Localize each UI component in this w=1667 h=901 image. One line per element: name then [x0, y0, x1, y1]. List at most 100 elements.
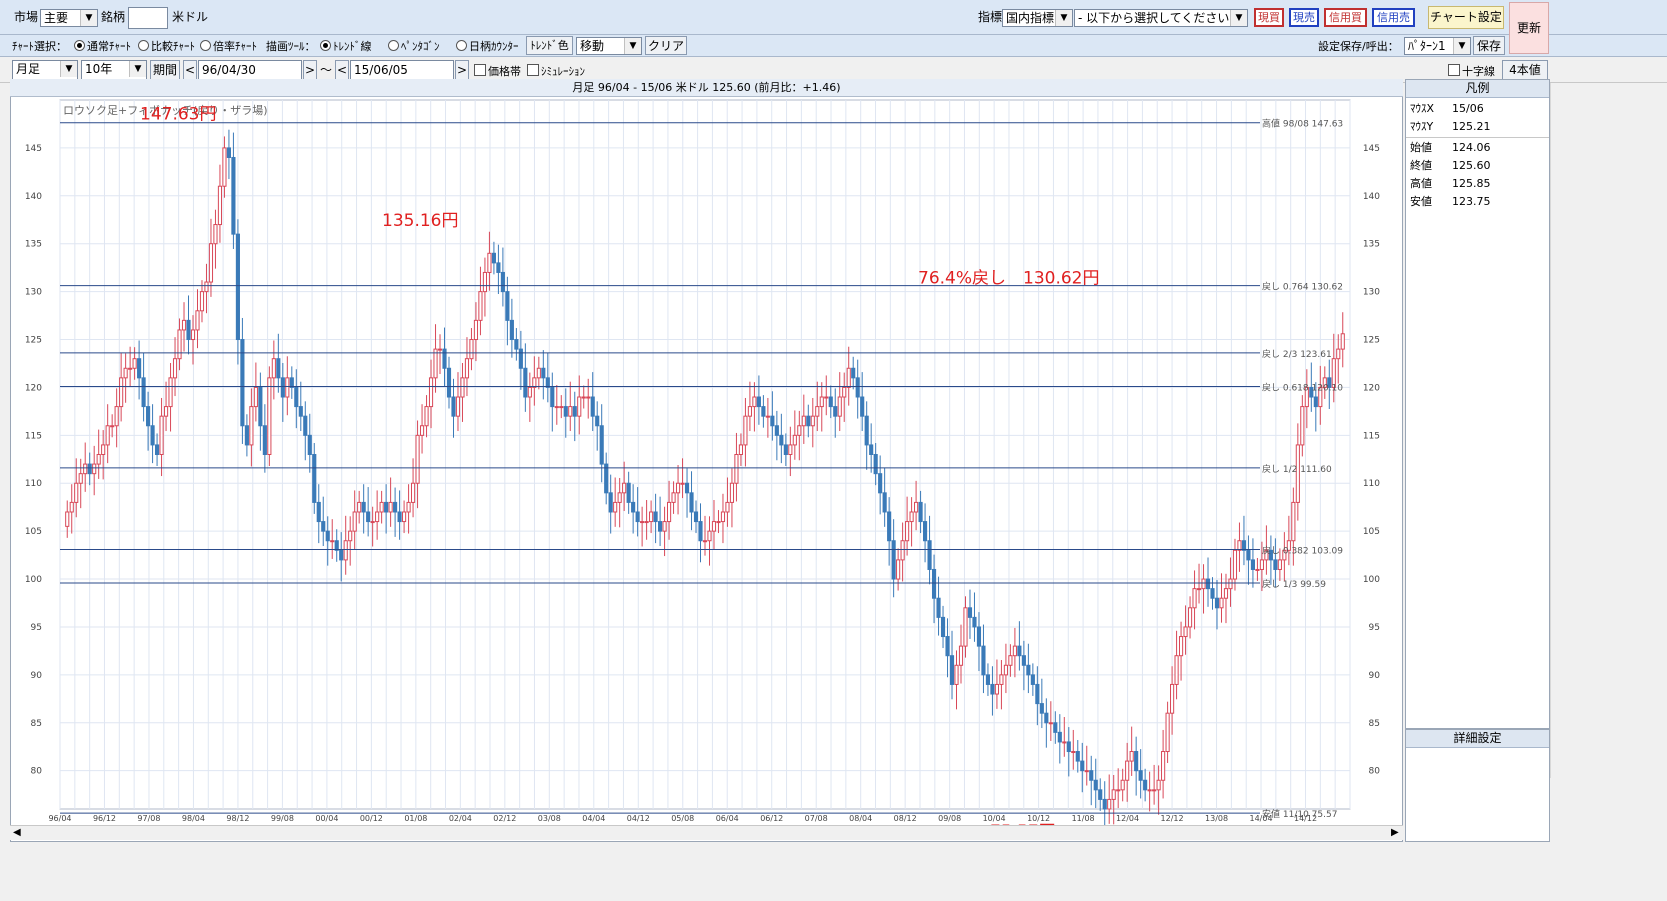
indicator-select-value: - 以下から選択してください - [1078, 11, 1238, 25]
candle-body [720, 511, 726, 523]
trend-color-button[interactable]: ﾄﾚﾝﾄﾞ色 [526, 36, 573, 55]
symbol-input[interactable] [128, 7, 168, 29]
candle-body [819, 396, 824, 408]
fib-line-label: 安値 11/10 75.57 [1262, 808, 1337, 820]
save-button[interactable]: 保存 [1473, 36, 1505, 55]
chart-select-label: ﾁｬｰﾄ選択： [12, 40, 67, 53]
detail-settings-title[interactable]: 詳細設定 [1406, 730, 1549, 748]
radio-ratio-chart[interactable]: 倍率ﾁｬｰﾄ [200, 38, 257, 54]
y-tick-label-left: 145 [25, 144, 42, 154]
margin-buy-button[interactable]: 信用買 [1324, 8, 1367, 27]
chart-settings-button[interactable]: チャート設定 [1428, 6, 1504, 29]
period-type-select[interactable]: 月足 ▼ [12, 60, 78, 80]
candle-body [482, 271, 488, 293]
radio-trendline[interactable]: ﾄﾚﾝﾄﾞ線 [320, 38, 372, 54]
from-prev-button[interactable]: < [183, 60, 197, 80]
candle-body [1026, 664, 1031, 676]
x-tick-label: 96/12 [93, 814, 116, 823]
to-prev-button[interactable]: < [335, 60, 349, 80]
candle-body [905, 521, 910, 542]
crosshair-checkbox[interactable]: 十字線 [1448, 63, 1495, 79]
candle-body [940, 616, 946, 638]
candle-body [792, 434, 797, 446]
candle-body [536, 367, 541, 379]
spot-buy-button[interactable]: 現買 [1254, 8, 1284, 27]
x-tick-label: 06/12 [760, 814, 783, 823]
candle-body [675, 482, 681, 494]
candle-body [689, 492, 694, 513]
spot-sell-button[interactable]: 現売 [1289, 8, 1319, 27]
candle-body [1313, 396, 1318, 408]
market-select-value: 主要 [44, 11, 69, 25]
scroll-left-icon[interactable]: ◀ [13, 827, 21, 838]
candle-body [649, 511, 654, 523]
candle-body [860, 396, 865, 417]
price-band-checkbox[interactable]: 価格帯 [474, 63, 521, 79]
candle-body [1210, 588, 1215, 599]
radio-icon [200, 40, 211, 51]
x-tick-label: 99/08 [271, 814, 294, 823]
chart-annotation: 76.4%戻し 130.62円 [918, 269, 1100, 289]
clear-button[interactable]: クリア [645, 36, 687, 55]
mode-select[interactable]: 移動 ▼ [576, 37, 642, 55]
x-tick-label: 13/08 [1205, 814, 1228, 823]
radio-pentagon[interactable]: ﾍﾟﾝﾀｺﾞﾝ [388, 38, 440, 54]
candle-body [1192, 588, 1197, 609]
candle-body [1232, 549, 1238, 580]
radio-compare-chart[interactable]: 比較ﾁｬｰﾄ [138, 38, 195, 54]
indicator-type-select[interactable]: 国内指標 ▼ [1002, 9, 1073, 27]
legend-key: 高値 [1410, 177, 1432, 190]
update-button[interactable]: 更新 [1509, 2, 1549, 54]
candle-body [572, 406, 577, 417]
indicator-select[interactable]: - 以下から選択してください - ▼ [1074, 9, 1248, 27]
candle-body [1152, 789, 1157, 792]
margin-sell-button[interactable]: 信用売 [1372, 8, 1415, 27]
pattern-select[interactable]: ﾊﾟﾀｰﾝ1 ▼ [1404, 37, 1471, 55]
candle-body [1205, 578, 1211, 590]
four-values-button[interactable]: 4本値 [1502, 60, 1548, 80]
date-from-input[interactable]: 96/04/30 [198, 60, 302, 80]
candle-body [455, 396, 461, 417]
radio-selected-icon [74, 40, 85, 51]
x-tick-label: 12/04 [1116, 814, 1139, 823]
candle-body [1084, 770, 1089, 773]
candle-body [410, 482, 416, 503]
candle-body [671, 492, 676, 503]
legend-value: 15/06 [1452, 102, 1484, 115]
period-range-select[interactable]: 10年 ▼ [81, 60, 147, 80]
period-button[interactable]: 期間 [150, 60, 180, 80]
legend-title: 凡例 [1406, 80, 1549, 98]
x-tick-label: 01/08 [404, 814, 427, 823]
legend-value: 125.85 [1452, 177, 1491, 190]
candle-body [846, 367, 851, 388]
candle-body [307, 434, 312, 455]
simulation-checkbox[interactable]: ｼﾐｭﾚｰｼｮﾝ [527, 63, 585, 79]
vertical-scrollbar[interactable] [1550, 83, 1568, 778]
x-tick-label: 03/08 [538, 814, 561, 823]
legend-key: 安値 [1410, 195, 1432, 208]
candlestick-chart[interactable]: 80 80 85 85 90 90 95 95 100 100 105 105 110 110 115 115… [10, 97, 1403, 825]
candle-body [788, 444, 793, 455]
candle-body [918, 501, 923, 523]
period-type-value: 月足 [16, 62, 41, 76]
chart-annotation: 147.63円 [140, 105, 216, 125]
radio-day-counter[interactable]: 日柄ｶｳﾝﾀｰ [456, 38, 519, 54]
radio-normal-chart[interactable]: 通常ﾁｬｰﾄ [74, 38, 131, 54]
candle-body [559, 406, 564, 409]
market-select[interactable]: 主要 ▼ [40, 9, 98, 27]
candle-body [810, 415, 815, 427]
date-to-input[interactable]: 15/06/05 [350, 60, 454, 80]
candle-body [1125, 760, 1130, 781]
candle-body [172, 358, 178, 379]
symbol-name: 米ドル [172, 10, 209, 24]
y-tick-label-left: 120 [25, 383, 42, 393]
candle-body [415, 434, 420, 484]
horizontal-scrollbar[interactable]: ◀ ▶ [10, 825, 1403, 840]
price-band-label: 価格帯 [488, 65, 521, 78]
y-tick-label-right: 110 [1363, 479, 1380, 489]
from-next-button[interactable]: > [303, 60, 317, 80]
to-next-button[interactable]: > [455, 60, 469, 80]
x-tick-label: 11/08 [1072, 814, 1095, 823]
candle-body [999, 674, 1004, 685]
scroll-right-icon[interactable]: ▶ [1391, 827, 1399, 838]
